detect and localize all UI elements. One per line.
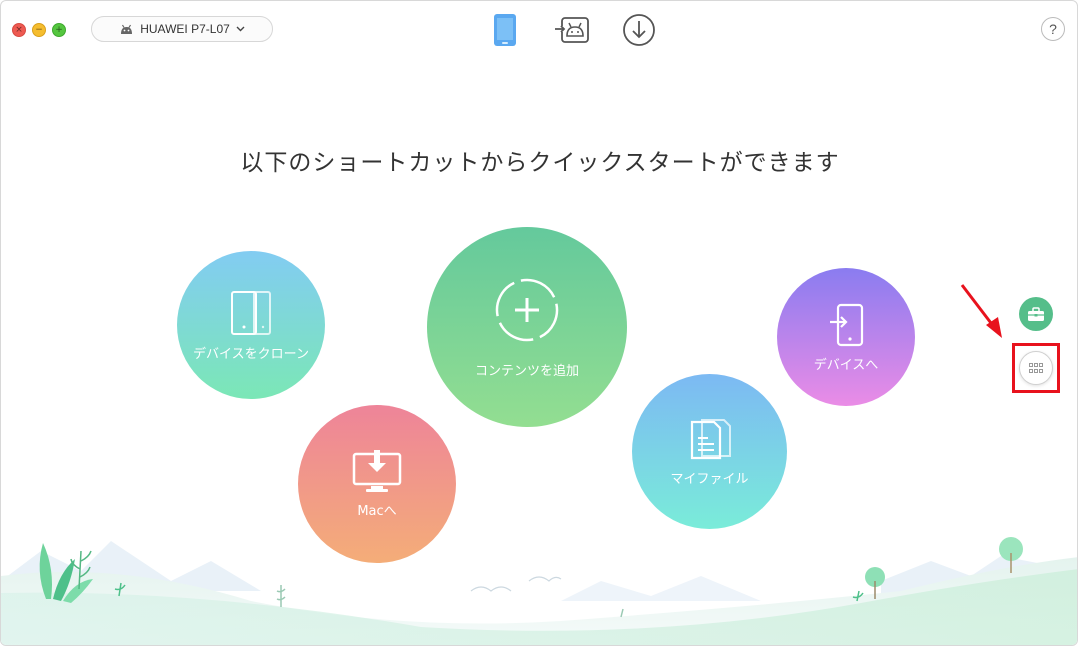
device-name: HUAWEI P7-L07 (140, 22, 230, 36)
chevron-down-icon (236, 26, 245, 32)
mac-download-icon (352, 449, 402, 492)
minimize-icon: − (35, 24, 43, 35)
android-transfer-icon (555, 17, 589, 43)
shortcut-label: デバイスをクローン (193, 346, 309, 362)
close-icon: × (15, 24, 23, 35)
tab-downloader[interactable] (620, 11, 658, 49)
shortcut-add-content[interactable]: コンテンツを追加 (427, 227, 627, 427)
maximize-icon: + (55, 24, 63, 35)
shortcut-device-clone[interactable]: デバイスをクローン (177, 251, 325, 399)
tab-android-mover[interactable] (553, 11, 591, 49)
shortcut-to-device[interactable]: デバイスへ (777, 268, 915, 406)
app-window: × − + HUAWEI P7-L07 ? 以下のショートカットからクイックスタ… (0, 0, 1078, 646)
toolbox-icon (1028, 306, 1044, 321)
shortcut-label: マイファイル (670, 472, 749, 487)
to-device-icon (830, 303, 864, 346)
file-icon (690, 419, 731, 460)
android-icon (121, 24, 133, 34)
device-selector[interactable]: HUAWEI P7-L07 (91, 16, 273, 42)
grid-icon (1029, 363, 1043, 373)
download-icon (623, 14, 655, 46)
device-clone-icon (231, 290, 271, 335)
page-title: 以下のショートカットからクイックスタートができます (240, 150, 840, 176)
maximize-window-button[interactable]: + (52, 23, 66, 37)
close-window-button[interactable]: × (12, 23, 26, 37)
add-icon (495, 278, 559, 341)
minimize-window-button[interactable]: − (32, 23, 46, 37)
more-tools-button[interactable] (1019, 351, 1053, 385)
shortcut-label: Macへ (357, 503, 397, 519)
annotation-arrow (960, 284, 1002, 338)
landscape-illustration (1, 537, 1077, 645)
phone-icon (494, 14, 516, 46)
toolbox-button[interactable] (1019, 297, 1053, 331)
shortcut-my-files[interactable]: マイファイル (632, 374, 787, 529)
shortcut-label: デバイスへ (813, 357, 879, 373)
tab-device-manager[interactable] (486, 11, 524, 49)
shortcut-label: コンテンツを追加 (474, 363, 579, 379)
help-button[interactable]: ? (1041, 17, 1065, 41)
help-label: ? (1049, 21, 1057, 37)
